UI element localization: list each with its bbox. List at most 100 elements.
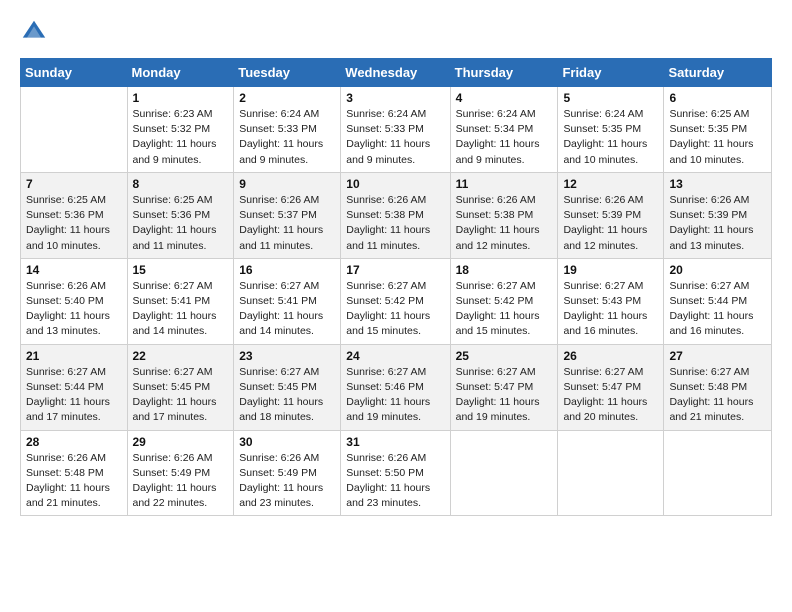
day-info: Sunrise: 6:26 AMSunset: 5:49 PMDaylight:… [133,451,229,512]
calendar-cell: 7Sunrise: 6:25 AMSunset: 5:36 PMDaylight… [21,172,128,258]
col-header-thursday: Thursday [450,59,558,87]
day-info: Sunrise: 6:26 AMSunset: 5:39 PMDaylight:… [563,193,658,254]
day-number: 11 [456,177,553,191]
day-number: 12 [563,177,658,191]
day-number: 20 [669,263,766,277]
calendar-cell: 20 Sunrise: 6:27 AMSunset: 5:44 PMDayligh… [664,258,772,344]
calendar-cell [558,430,664,516]
day-info: Sunrise: 6:26 AMSunset: 5:48 PMDaylight:… [26,451,122,512]
calendar-cell: 14 Sunrise: 6:26 AMSunset: 5:40 PMDayligh… [21,258,128,344]
calendar-cell: 17 Sunrise: 6:27 AMSunset: 5:42 PMDayligh… [341,258,450,344]
logo [20,18,54,46]
calendar-cell [664,430,772,516]
day-number: 1 [133,91,229,105]
day-number: 14 [26,263,122,277]
day-info: Sunrise: 6:26 AMSunset: 5:40 PMDaylight:… [26,279,122,340]
col-header-monday: Monday [127,59,234,87]
calendar-cell: 18Sunrise: 6:27 AMSunset: 5:42 PMDayligh… [450,258,558,344]
day-info: Sunrise: 6:26 AMSunset: 5:49 PMDaylight:… [239,451,335,512]
day-info: Sunrise: 6:27 AMSunset: 5:48 PMDaylight:… [669,365,766,426]
day-info: Sunrise: 6:27 AMSunset: 5:46 PMDaylight:… [346,365,444,426]
day-number: 16 [239,263,335,277]
day-info: Sunrise: 6:26 AMSunset: 5:39 PMDaylight:… [669,193,766,254]
calendar-cell: 11 Sunrise: 6:26 AMSunset: 5:38 PMDayligh… [450,172,558,258]
day-info: Sunrise: 6:27 AMSunset: 5:43 PMDaylight:… [563,279,658,340]
day-info: Sunrise: 6:25 AMSunset: 5:36 PMDaylight:… [133,193,229,254]
day-number: 26 [563,349,658,363]
page: SundayMondayTuesdayWednesdayThursdayFrid… [0,0,792,526]
calendar-cell: 15 Sunrise: 6:27 AMSunset: 5:41 PMDayligh… [127,258,234,344]
day-info: Sunrise: 6:26 AMSunset: 5:37 PMDaylight:… [239,193,335,254]
day-number: 10 [346,177,444,191]
day-info: Sunrise: 6:25 AMSunset: 5:35 PMDaylight:… [669,107,766,168]
header [20,18,772,46]
day-number: 28 [26,435,122,449]
day-number: 9 [239,177,335,191]
calendar-cell: 5 Sunrise: 6:24 AMSunset: 5:35 PMDaylight… [558,87,664,173]
col-header-friday: Friday [558,59,664,87]
logo-icon [20,18,48,46]
calendar-cell: 16Sunrise: 6:27 AMSunset: 5:41 PMDayligh… [234,258,341,344]
calendar-table: SundayMondayTuesdayWednesdayThursdayFrid… [20,58,772,516]
day-number: 25 [456,349,553,363]
day-info: Sunrise: 6:26 AMSunset: 5:38 PMDaylight:… [346,193,444,254]
calendar-cell: 1 Sunrise: 6:23 AMSunset: 5:32 PMDaylight… [127,87,234,173]
calendar-cell: 2Sunrise: 6:24 AMSunset: 5:33 PMDaylight… [234,87,341,173]
calendar-cell [450,430,558,516]
day-number: 21 [26,349,122,363]
day-number: 8 [133,177,229,191]
day-number: 29 [133,435,229,449]
day-number: 6 [669,91,766,105]
calendar-cell: 13Sunrise: 6:26 AMSunset: 5:39 PMDayligh… [664,172,772,258]
calendar-week-row: 28 Sunrise: 6:26 AMSunset: 5:48 PMDayligh… [21,430,772,516]
day-number: 15 [133,263,229,277]
day-info: Sunrise: 6:27 AMSunset: 5:45 PMDaylight:… [239,365,335,426]
day-number: 19 [563,263,658,277]
day-info: Sunrise: 6:23 AMSunset: 5:32 PMDaylight:… [133,107,229,168]
day-info: Sunrise: 6:27 AMSunset: 5:42 PMDaylight:… [346,279,444,340]
calendar-cell: 10 Sunrise: 6:26 AMSunset: 5:38 PMDayligh… [341,172,450,258]
calendar-cell: 12 Sunrise: 6:26 AMSunset: 5:39 PMDayligh… [558,172,664,258]
calendar-cell: 19 Sunrise: 6:27 AMSunset: 5:43 PMDayligh… [558,258,664,344]
day-info: Sunrise: 6:27 AMSunset: 5:41 PMDaylight:… [133,279,229,340]
day-number: 22 [133,349,229,363]
calendar-cell: 27 Sunrise: 6:27 AMSunset: 5:48 PMDayligh… [664,344,772,430]
day-info: Sunrise: 6:24 AMSunset: 5:35 PMDaylight:… [563,107,658,168]
day-number: 3 [346,91,444,105]
calendar-cell: 6 Sunrise: 6:25 AMSunset: 5:35 PMDaylight… [664,87,772,173]
col-header-tuesday: Tuesday [234,59,341,87]
day-info: Sunrise: 6:27 AMSunset: 5:45 PMDaylight:… [133,365,229,426]
calendar-cell: 24 Sunrise: 6:27 AMSunset: 5:46 PMDayligh… [341,344,450,430]
calendar-cell: 30 Sunrise: 6:26 AMSunset: 5:49 PMDayligh… [234,430,341,516]
calendar-week-row: 7Sunrise: 6:25 AMSunset: 5:36 PMDaylight… [21,172,772,258]
calendar-cell: 21 Sunrise: 6:27 AMSunset: 5:44 PMDayligh… [21,344,128,430]
day-number: 2 [239,91,335,105]
day-number: 27 [669,349,766,363]
day-info: Sunrise: 6:27 AMSunset: 5:47 PMDaylight:… [563,365,658,426]
calendar-cell: 25 Sunrise: 6:27 AMSunset: 5:47 PMDayligh… [450,344,558,430]
calendar-cell: 8 Sunrise: 6:25 AMSunset: 5:36 PMDaylight… [127,172,234,258]
calendar-cell [21,87,128,173]
day-info: Sunrise: 6:27 AMSunset: 5:42 PMDaylight:… [456,279,553,340]
day-info: Sunrise: 6:24 AMSunset: 5:34 PMDaylight:… [456,107,553,168]
day-info: Sunrise: 6:27 AMSunset: 5:47 PMDaylight:… [456,365,553,426]
calendar-week-row: 1 Sunrise: 6:23 AMSunset: 5:32 PMDaylight… [21,87,772,173]
calendar-cell: 22 Sunrise: 6:27 AMSunset: 5:45 PMDayligh… [127,344,234,430]
day-info: Sunrise: 6:27 AMSunset: 5:44 PMDaylight:… [26,365,122,426]
day-number: 30 [239,435,335,449]
day-number: 31 [346,435,444,449]
calendar-cell: 31Sunrise: 6:26 AMSunset: 5:50 PMDayligh… [341,430,450,516]
day-number: 17 [346,263,444,277]
col-header-saturday: Saturday [664,59,772,87]
calendar-cell: 29 Sunrise: 6:26 AMSunset: 5:49 PMDayligh… [127,430,234,516]
calendar-cell: 3Sunrise: 6:24 AMSunset: 5:33 PMDaylight… [341,87,450,173]
calendar-cell: 26 Sunrise: 6:27 AMSunset: 5:47 PMDayligh… [558,344,664,430]
calendar-week-row: 14 Sunrise: 6:26 AMSunset: 5:40 PMDayligh… [21,258,772,344]
day-number: 23 [239,349,335,363]
day-info: Sunrise: 6:27 AMSunset: 5:44 PMDaylight:… [669,279,766,340]
day-number: 24 [346,349,444,363]
day-number: 5 [563,91,658,105]
calendar-cell: 9 Sunrise: 6:26 AMSunset: 5:37 PMDaylight… [234,172,341,258]
day-info: Sunrise: 6:26 AMSunset: 5:38 PMDaylight:… [456,193,553,254]
calendar-week-row: 21 Sunrise: 6:27 AMSunset: 5:44 PMDayligh… [21,344,772,430]
